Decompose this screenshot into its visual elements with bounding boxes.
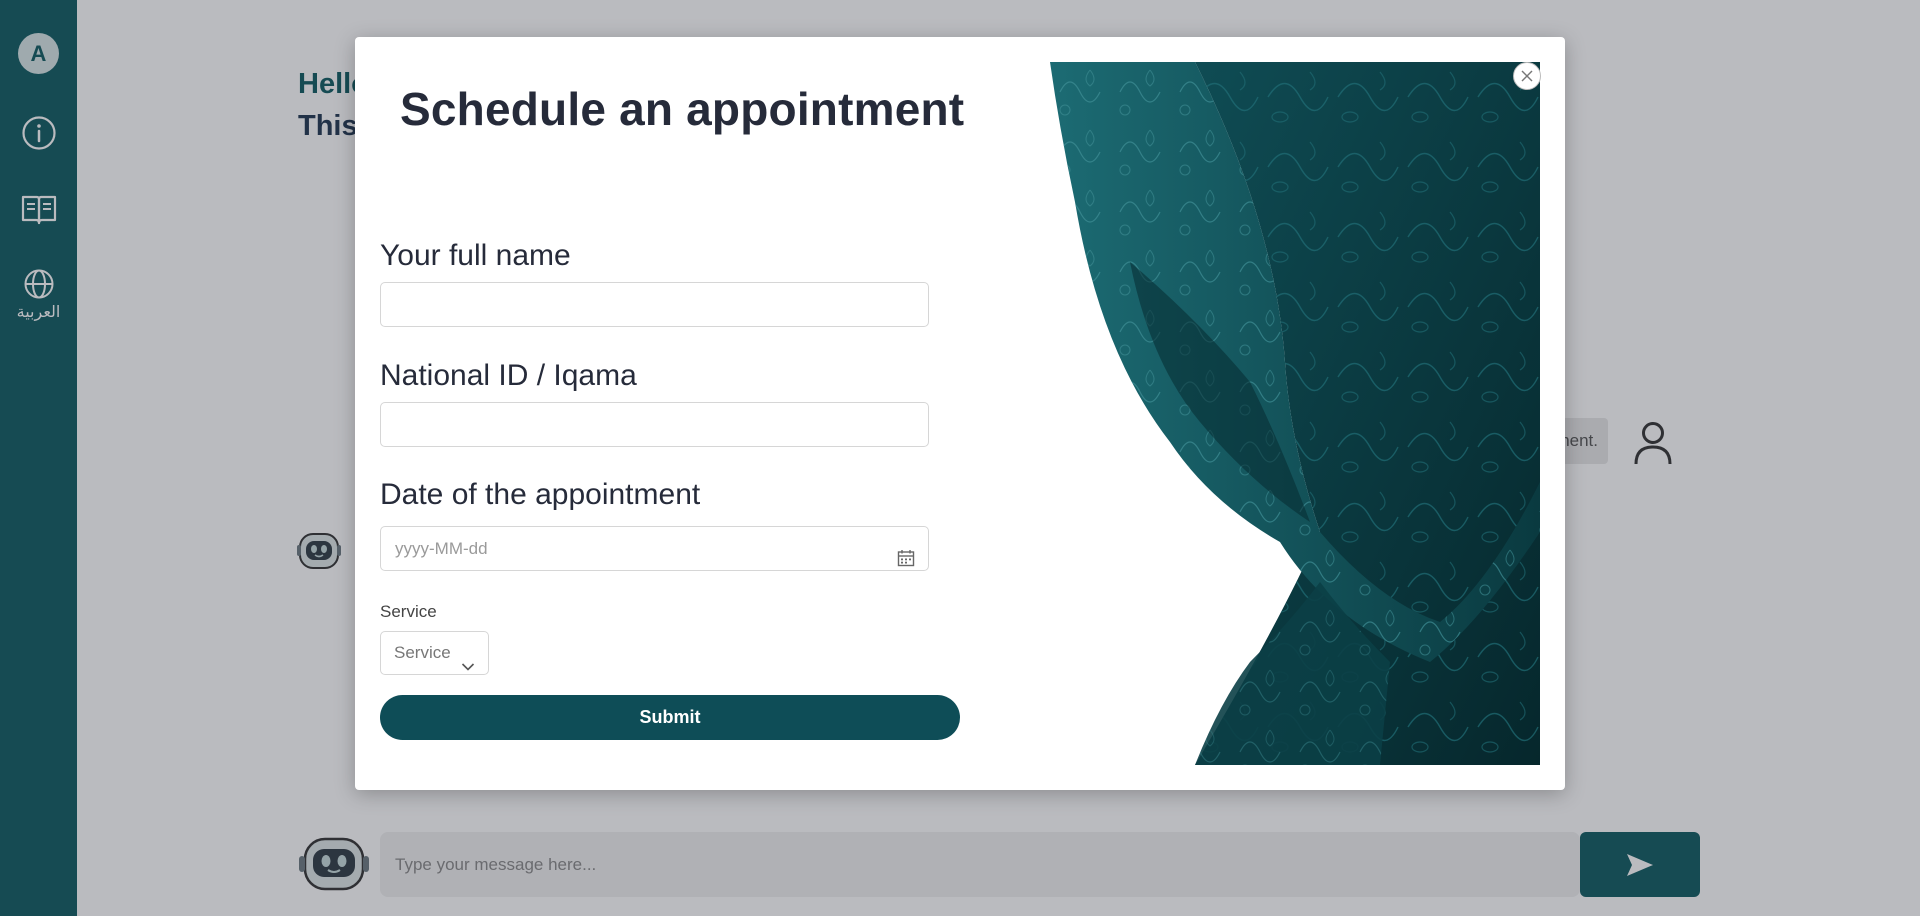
service-label: Service xyxy=(380,602,437,621)
national-id-input[interactable] xyxy=(380,402,929,447)
full-name-label: Your full name xyxy=(380,239,571,272)
chevron-down-icon xyxy=(461,646,475,688)
appointment-modal: Schedule an appointment Your full name N… xyxy=(355,37,1565,790)
service-selected-value: Service xyxy=(394,643,451,662)
calendar-icon[interactable] xyxy=(897,540,915,583)
service-select[interactable]: Service xyxy=(380,631,489,675)
date-placeholder: yyyy-MM-dd xyxy=(395,539,488,558)
close-icon xyxy=(1521,70,1533,82)
submit-button[interactable]: Submit xyxy=(380,695,960,740)
appointment-date-input[interactable]: yyyy-MM-dd xyxy=(380,526,929,571)
modal-title: Schedule an appointment xyxy=(400,83,965,135)
national-id-label: National ID / Iqama xyxy=(380,359,637,392)
appointment-date-label: Date of the appointment xyxy=(380,478,701,511)
close-button[interactable] xyxy=(1513,62,1541,90)
decorative-pattern-image xyxy=(1050,62,1540,765)
full-name-input[interactable] xyxy=(380,282,929,327)
